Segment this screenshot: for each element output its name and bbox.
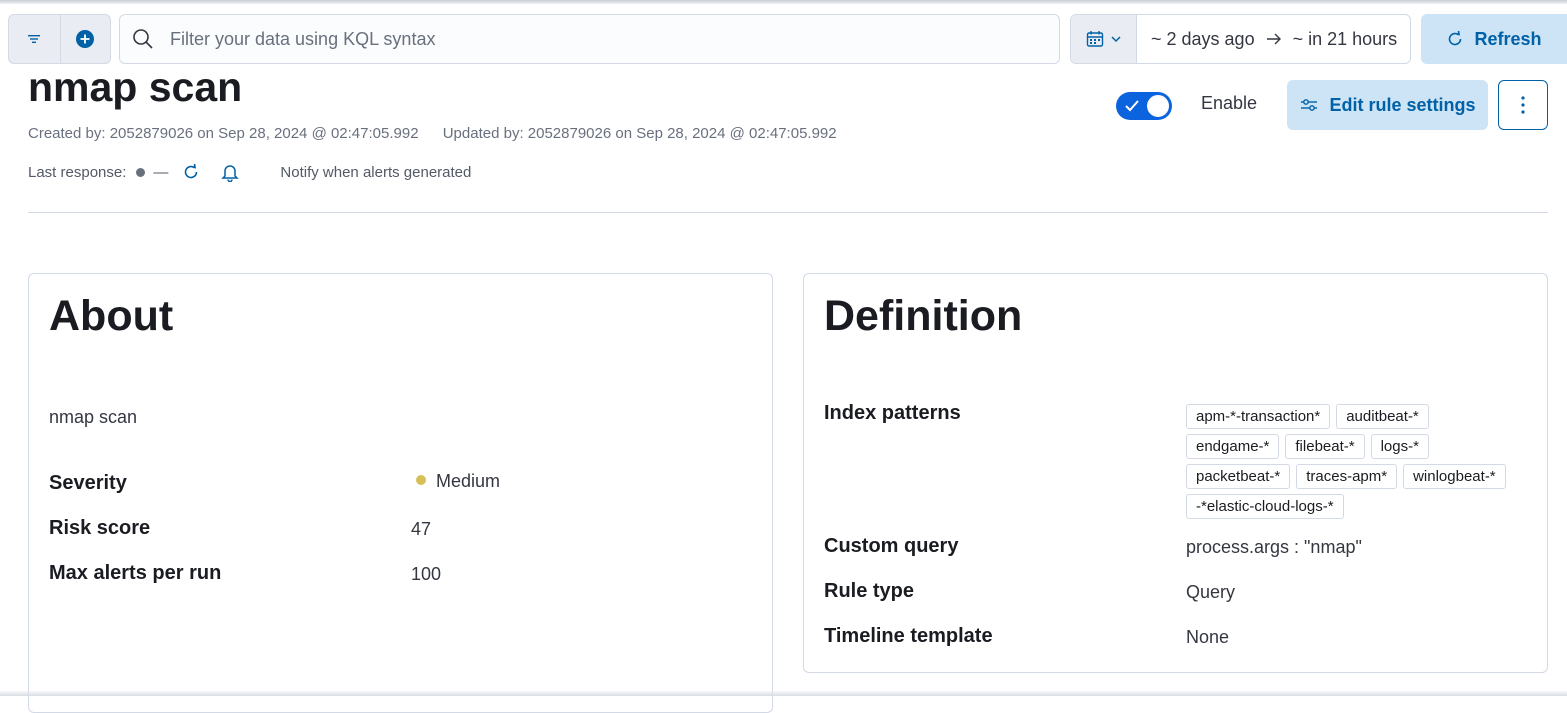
severity-text: Medium bbox=[436, 471, 501, 491]
enable-label: Enable bbox=[1201, 93, 1258, 113]
index-pattern-badge: packetbeat-* bbox=[1186, 464, 1291, 489]
max-alerts-label: Max alerts per run bbox=[49, 562, 222, 584]
last-response: Last response: — Notify when alerts gene… bbox=[28, 161, 471, 183]
filter-button-group bbox=[8, 14, 111, 64]
index-patterns-label: Index patterns bbox=[824, 402, 961, 424]
toggle-knob bbox=[1146, 94, 1170, 118]
vertical-dots-icon bbox=[1521, 96, 1525, 114]
status-dot bbox=[136, 167, 146, 177]
rule-type-label: Rule type bbox=[824, 580, 915, 602]
search-icon bbox=[133, 29, 153, 49]
timeline-template-value: None bbox=[1186, 627, 1230, 647]
index-pattern-badge: endgame-* bbox=[1186, 434, 1280, 459]
page-title: nmap scan bbox=[28, 64, 243, 110]
add-filter-button[interactable] bbox=[59, 15, 111, 63]
chevron-down-icon bbox=[1110, 36, 1121, 43]
custom-query-value: process.args : "nmap" bbox=[1186, 537, 1362, 557]
max-alerts-value: 100 bbox=[411, 564, 442, 584]
bell-icon bbox=[221, 165, 240, 182]
plus-circle-icon bbox=[76, 30, 95, 48]
bottom-shadow bbox=[0, 690, 1567, 696]
index-pattern-badge: winlogbeat-* bbox=[1403, 464, 1506, 489]
filter-menu-button[interactable] bbox=[9, 15, 60, 63]
definition-panel: Definition Index patterns apm-*-transact… bbox=[803, 273, 1548, 673]
about-panel: About nmap scan Severity Medium Risk sco… bbox=[28, 273, 773, 713]
updated-by-text: Updated by: 2052879026 on Sep 28, 2024 @… bbox=[442, 125, 837, 142]
edit-rule-settings-button[interactable]: Edit rule settings bbox=[1287, 80, 1488, 130]
refresh-icon bbox=[1449, 30, 1462, 46]
refresh-status-button[interactable] bbox=[182, 163, 200, 181]
enable-toggle[interactable] bbox=[1116, 92, 1172, 120]
check-icon bbox=[1125, 100, 1139, 112]
kql-search-input[interactable] bbox=[168, 27, 1028, 51]
index-pattern-badge: filebeat-* bbox=[1285, 434, 1365, 459]
index-pattern-badge: traces-apm* bbox=[1296, 464, 1398, 489]
created-by-text: Created by: 2052879026 on Sep 28, 2024 @… bbox=[28, 125, 419, 142]
index-patterns-list: apm-*-transaction* auditbeat-* endgame-* fi… bbox=[1186, 404, 1516, 519]
rule-meta: Created by: 2052879026 on Sep 28, 2024 @… bbox=[28, 125, 837, 142]
header-divider bbox=[28, 212, 1548, 213]
custom-query-label: Custom query bbox=[824, 535, 959, 557]
index-pattern-badge: auditbeat-* bbox=[1336, 404, 1429, 429]
timeline-template-label: Timeline template bbox=[824, 625, 993, 647]
date-end[interactable]: ~ in 21 hours bbox=[1289, 29, 1402, 50]
more-actions-button[interactable] bbox=[1498, 80, 1548, 130]
index-pattern-badge: -*elastic-cloud-logs-* bbox=[1186, 494, 1344, 519]
severity-label: Severity bbox=[49, 472, 127, 494]
date-picker: ~ 2 days ago ~ in 21 hours bbox=[1070, 14, 1411, 64]
last-response-label: Last response: bbox=[28, 163, 127, 181]
about-heading: About bbox=[49, 292, 174, 340]
index-pattern-badge: apm-*-transaction* bbox=[1186, 404, 1331, 429]
severity-medium-dot bbox=[416, 475, 426, 485]
refresh-button[interactable]: Refresh bbox=[1421, 14, 1567, 64]
risk-score-value: 47 bbox=[411, 519, 432, 539]
rule-description: nmap scan bbox=[49, 407, 138, 427]
notify-bell-button[interactable] bbox=[220, 162, 240, 182]
date-start[interactable]: ~ 2 days ago bbox=[1147, 29, 1259, 50]
filter-lines-icon bbox=[28, 35, 41, 43]
arrow-right-icon bbox=[1266, 33, 1281, 45]
last-response-value: — bbox=[153, 163, 169, 181]
risk-score-label: Risk score bbox=[49, 517, 151, 539]
definition-heading: Definition bbox=[824, 292, 1023, 340]
severity-value: Medium bbox=[416, 471, 500, 492]
notify-label: Notify when alerts generated bbox=[280, 163, 472, 181]
index-pattern-badge: logs-* bbox=[1370, 434, 1429, 459]
kql-search-field bbox=[119, 14, 1060, 64]
refresh-label: Refresh bbox=[1474, 28, 1542, 49]
rule-type-value: Query bbox=[1186, 582, 1236, 602]
refresh-icon bbox=[185, 163, 198, 179]
edit-rule-settings-label: Edit rule settings bbox=[1329, 94, 1476, 115]
calendar-icon bbox=[1086, 31, 1103, 47]
controls-icon bbox=[1301, 99, 1318, 111]
quick-select-button[interactable] bbox=[1071, 15, 1137, 63]
